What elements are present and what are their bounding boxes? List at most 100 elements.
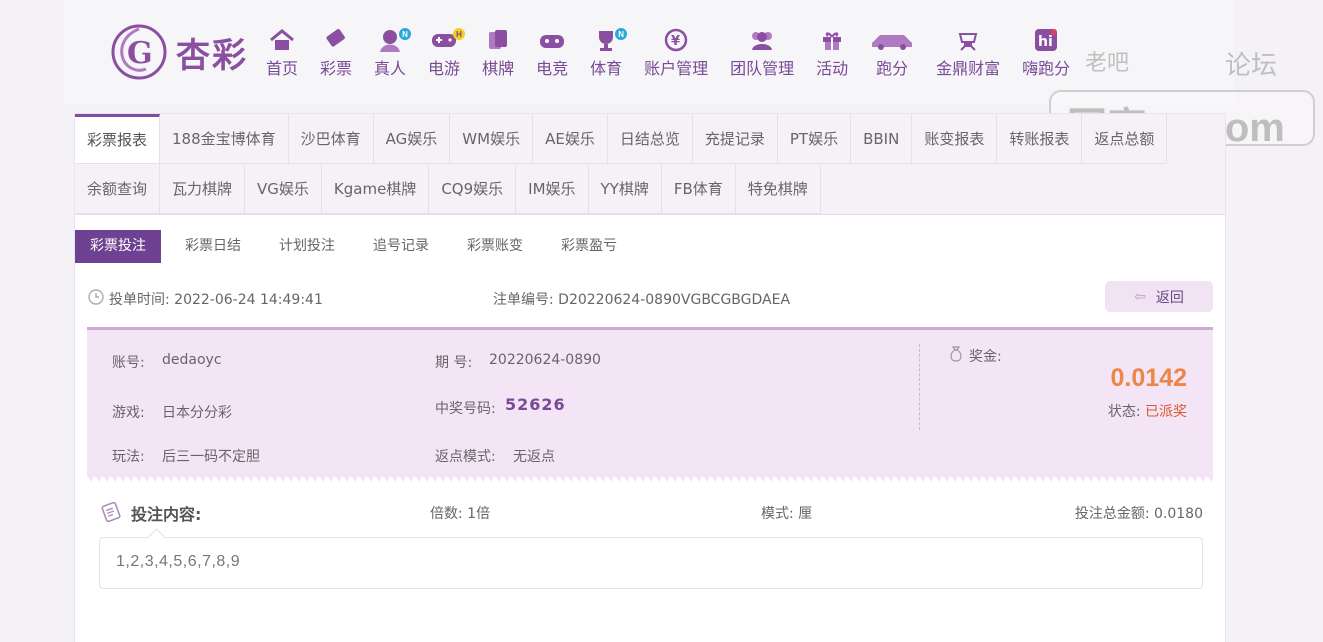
subtab-5[interactable]: 彩票盈亏 (547, 230, 637, 263)
new-badge: N (399, 28, 412, 40)
prize-amount: 0.0142 (1110, 364, 1187, 392)
winning-number-value: 52626 (505, 395, 566, 414)
order-number-label: 注单编号: (493, 292, 554, 308)
nav-run[interactable]: 跑分 (870, 26, 914, 86)
subtab-0[interactable]: 彩票投注 (75, 230, 161, 263)
nav-hi-run[interactable]: hi 嗨跑分 (1022, 26, 1070, 86)
rebate-value: 无返点 (513, 449, 555, 465)
report-tabs-row-1: 彩票报表 188金宝博体育 沙巴体育 AG娱乐 WM娱乐 AE娱乐 日结总览 充提记录 PT娱乐… (75, 114, 1225, 164)
bet-time: 投单时间: 2022-06-24 14:49:41 (109, 289, 323, 309)
nav-label: 金鼎财富 (936, 59, 1001, 78)
tab-report-10[interactable]: 账变报表 (912, 114, 998, 164)
logo-letter: G (127, 36, 153, 71)
nav-team[interactable]: 团队管理 (730, 26, 794, 86)
tab-report-1[interactable]: 瓦力棋牌 (160, 164, 246, 214)
tab-report-2[interactable]: 沙巴体育 (288, 114, 374, 164)
nav-label: 棋牌 (482, 59, 515, 78)
tab-report-3[interactable]: AG娱乐 (373, 114, 451, 164)
tab-report-2[interactable]: VG娱乐 (245, 164, 322, 214)
notepad-icon (101, 501, 121, 523)
status-label: 状态: (1107, 404, 1141, 420)
tab-report-5[interactable]: IM娱乐 (516, 164, 589, 214)
nav-esports[interactable]: 电竞 (536, 26, 568, 86)
tab-report-3[interactable]: Kgame棋牌 (321, 164, 430, 214)
subtab-2[interactable]: 计划投注 (265, 230, 355, 263)
svg-text:¥: ¥ (671, 34, 680, 49)
bet-numbers: 1,2,3,4,5,6,7,8,9 (116, 553, 241, 570)
nav-sports[interactable]: N 体育 (590, 26, 628, 86)
site-logo[interactable]: G 杏彩 (110, 20, 262, 84)
clock-icon (88, 289, 104, 305)
lottery-subtabs: 彩票投注 彩票日结 计划投注 追号记录 彩票账变 彩票盈亏 (75, 230, 1225, 264)
hot-badge: H (453, 28, 466, 40)
tab-report-0[interactable]: 彩票报表 (75, 114, 161, 164)
money-bag-icon (950, 346, 962, 362)
bet-time-value: 2022-06-24 14:49:41 (174, 292, 323, 308)
back-arrow-icon: ⇦ (1134, 288, 1146, 305)
back-button-label: 返回 (1155, 289, 1184, 306)
tab-report-6[interactable]: YY棋牌 (588, 164, 662, 214)
nav-label: 嗨跑分 (1022, 59, 1071, 78)
nav-label: 首页 (266, 59, 299, 78)
nav-label: 团队管理 (730, 59, 795, 78)
game-value: 日本分分彩 (162, 405, 232, 421)
nav-activity[interactable]: 活动 (816, 26, 848, 86)
tab-report-11[interactable]: 转账报表 (997, 114, 1083, 164)
bet-ticket: 账号: dedaoyc 游戏: 日本分分彩 玩法: 后三一码不定胆 期 号: 2… (87, 327, 1213, 477)
total-bet-label: 投注总金额: (1074, 506, 1150, 522)
tab-report-8[interactable]: 特免棋牌 (735, 164, 821, 214)
tab-report-7[interactable]: 充提记录 (692, 114, 778, 164)
bet-info-line: 投单时间: 2022-06-24 14:49:41 注单编号: D2022062… (75, 279, 1225, 323)
game-label: 游戏: (112, 405, 145, 421)
hi-icon: hi (1031, 26, 1061, 54)
total-bet: 投注总金额: 0.0180 (1075, 503, 1203, 523)
report-tabs-row-2: 余额查询 瓦力棋牌 VG娱乐 Kgame棋牌 CQ9娱乐 IM娱乐 YY棋牌 FB体育 特免棋牌 (75, 164, 1225, 214)
subtab-1[interactable]: 彩票日结 (171, 230, 261, 263)
gift-icon (817, 26, 847, 54)
lottery-ticket-icon (321, 26, 351, 54)
esports-controller-icon (537, 26, 567, 54)
period-value: 20220624-0890 (489, 352, 601, 368)
nav-lottery[interactable]: 彩票 (320, 26, 352, 86)
nav-label: 账户管理 (644, 59, 709, 78)
subtab-4[interactable]: 彩票账变 (453, 230, 543, 263)
status: 状态: 已派奖 (1087, 401, 1187, 421)
mode-label: 模式: (761, 506, 794, 522)
nav-live[interactable]: N 真人 (374, 26, 412, 86)
nav-label: 跑分 (876, 59, 909, 78)
order-number: 注单编号: D20220624-0890VGBCGBGDAEA (493, 289, 790, 309)
nav-jinding[interactable]: 金鼎财富 (936, 26, 1000, 86)
mode: 模式: 厘 (761, 503, 812, 523)
subtab-3[interactable]: 追号记录 (359, 230, 449, 263)
tab-report-7[interactable]: FB体育 (661, 164, 736, 214)
multiplier-label: 倍数: (430, 506, 463, 522)
period-label: 期 号: (435, 355, 473, 371)
order-number-value: D20220624-0890VGBCGBGDAEA (558, 292, 791, 308)
tab-report-1[interactable]: 188金宝博体育 (160, 114, 289, 164)
tab-report-12[interactable]: 返点总额 (1082, 114, 1168, 164)
cards-icon (483, 26, 513, 54)
tab-report-4[interactable]: WM娱乐 (450, 114, 534, 164)
treasure-icon (953, 26, 983, 54)
report-tabs: 彩票报表 188金宝博体育 沙巴体育 AG娱乐 WM娱乐 AE娱乐 日结总览 充提记录 PT娱乐… (75, 114, 1225, 215)
nav-home[interactable]: 首页 (266, 26, 298, 86)
tab-report-8[interactable]: PT娱乐 (777, 114, 852, 164)
nav-label: 电游 (428, 59, 461, 78)
tab-report-6[interactable]: 日结总览 (607, 114, 693, 164)
nav-egame[interactable]: H 电游 (428, 26, 466, 86)
yen-coin-icon: ¥ (661, 26, 691, 54)
winning-number-label: 中奖号码: (435, 401, 496, 417)
bet-numbers-box: 1,2,3,4,5,6,7,8,9 (99, 537, 1203, 589)
back-button[interactable]: ⇦ 返回 (1105, 281, 1213, 312)
tab-report-9[interactable]: BBIN (851, 114, 913, 164)
tab-report-5[interactable]: AE娱乐 (533, 114, 608, 164)
nav-account[interactable]: ¥ 账户管理 (644, 26, 708, 86)
account-value: dedaoyc (162, 352, 222, 368)
logo-text: 杏彩 (176, 35, 248, 76)
nav-chess[interactable]: 棋牌 (482, 26, 514, 86)
tab-report-0[interactable]: 余额查询 (75, 164, 161, 214)
bet-content-title: 投注内容: (131, 505, 202, 524)
tab-report-4[interactable]: CQ9娱乐 (429, 164, 517, 214)
play-value: 后三一码不定胆 (162, 449, 260, 465)
nav-label: 体育 (590, 59, 623, 78)
